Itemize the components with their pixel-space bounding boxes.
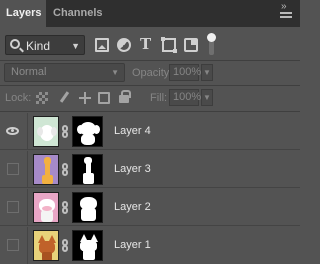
layer-row[interactable]: Layer 3 <box>0 151 300 188</box>
layer-row[interactable]: Layer 1 <box>0 227 300 264</box>
panel-menu-icon[interactable]: » <box>278 2 294 18</box>
layer-filter-bar: Kind ▼ T <box>0 28 300 60</box>
layer-mask-thumbnail[interactable] <box>72 116 103 147</box>
panel-tab-bar: Layers Channels » <box>0 0 300 27</box>
visibility-toggle[interactable] <box>5 161 21 177</box>
type-filter-icon[interactable]: T <box>140 35 154 53</box>
filter-kind-select[interactable]: Kind ▼ <box>5 35 85 55</box>
layer-row[interactable]: Layer 4 <box>0 113 300 150</box>
lock-label: Lock: <box>5 92 32 104</box>
blend-mode-value: Normal <box>11 66 47 78</box>
opacity-input[interactable]: 100% <box>169 64 201 81</box>
link-icon[interactable] <box>61 239 70 252</box>
lock-transparent-icon[interactable] <box>36 92 48 104</box>
fill-label: Fill: <box>150 92 168 104</box>
filter-toggle-icon[interactable] <box>207 33 216 56</box>
link-icon[interactable] <box>61 163 70 176</box>
layer-mask-thumbnail[interactable] <box>72 154 103 185</box>
lock-artboard-icon[interactable] <box>98 92 110 104</box>
layer-name: Layer 4 <box>114 125 151 137</box>
chevron-down-icon: ▼ <box>71 41 80 51</box>
link-icon[interactable] <box>61 125 70 138</box>
visibility-toggle[interactable] <box>5 123 21 139</box>
lock-position-icon[interactable] <box>79 92 91 104</box>
layers-list: Layer 4 Layer 3 Layer 2 Layer 1 <box>0 113 300 264</box>
layer-thumbnail[interactable] <box>33 116 59 147</box>
layer-row[interactable]: Layer 2 <box>0 189 300 226</box>
image-filter-icon[interactable] <box>95 38 109 52</box>
opacity-dropdown-icon[interactable]: ▼ <box>201 64 213 81</box>
adjustment-filter-icon[interactable] <box>117 38 131 52</box>
fill-input[interactable]: 100% <box>169 89 201 106</box>
lock-row: Lock: Fill: 100% ▼ <box>0 86 300 110</box>
eye-icon <box>6 127 19 135</box>
lock-pixels-icon[interactable] <box>58 92 70 104</box>
visibility-toggle[interactable] <box>5 199 21 215</box>
layer-name: Layer 2 <box>114 201 151 213</box>
layer-thumbnail[interactable] <box>33 230 59 261</box>
shape-filter-icon[interactable] <box>161 37 177 53</box>
lock-all-icon[interactable] <box>119 90 131 103</box>
filter-kind-label: Kind <box>26 39 51 53</box>
opacity-label: Opacity: <box>132 67 173 79</box>
blend-mode-select[interactable]: Normal ▼ <box>4 63 125 82</box>
layer-thumbnail[interactable] <box>33 192 59 223</box>
blend-mode-row: Normal ▼ Opacity: 100% ▼ <box>0 61 300 85</box>
layer-mask-thumbnail[interactable] <box>72 192 103 223</box>
layer-name: Layer 3 <box>114 163 151 175</box>
visibility-toggle[interactable] <box>5 237 21 253</box>
link-icon[interactable] <box>61 201 70 214</box>
tab-channels[interactable]: Channels <box>47 0 103 27</box>
layer-mask-thumbnail[interactable] <box>72 230 103 261</box>
layer-name: Layer 1 <box>114 239 151 251</box>
smart-object-filter-icon[interactable] <box>184 38 198 52</box>
chevron-down-icon: ▼ <box>111 68 119 77</box>
divider <box>0 111 300 112</box>
layer-thumbnail[interactable] <box>33 154 59 185</box>
search-icon <box>10 39 20 49</box>
tab-layers[interactable]: Layers <box>0 0 46 27</box>
fill-dropdown-icon[interactable]: ▼ <box>201 89 213 106</box>
